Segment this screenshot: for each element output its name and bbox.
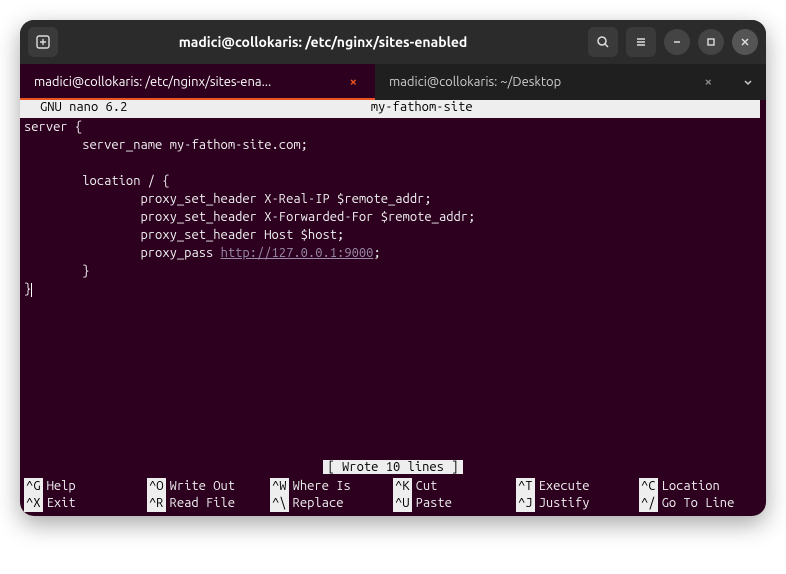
tabbar: madici@collokaris: /etc/nginx/sites-ena.… [20, 64, 766, 100]
search-button[interactable] [588, 27, 618, 57]
help-item: ^OWrite Out [147, 478, 270, 495]
help-item: ^GHelp [24, 478, 147, 495]
tab-label: madici@collokaris: ~/Desktop [389, 75, 691, 89]
tab-0[interactable]: madici@collokaris: /etc/nginx/sites-ena.… [20, 64, 375, 100]
help-item: ^UPaste [393, 495, 516, 512]
nano-version: GNU nano 6.2 [24, 100, 127, 118]
window-title: madici@collokaris: /etc/nginx/sites-enab… [66, 34, 580, 50]
nano-status-message: [ Wrote 10 lines ] [323, 460, 462, 474]
tab-label: madici@collokaris: /etc/nginx/sites-ena.… [34, 75, 336, 89]
help-item: ^CLocation [639, 478, 762, 495]
help-item: ^WWhere Is [270, 478, 393, 495]
tab-1[interactable]: madici@collokaris: ~/Desktop × [375, 64, 730, 100]
help-item: ^/Go To Line [639, 495, 762, 512]
close-button[interactable] [732, 29, 758, 55]
tab-dropdown-button[interactable] [730, 64, 766, 100]
help-item: ^KCut [393, 478, 516, 495]
help-item: ^XExit [24, 495, 147, 512]
minimize-button[interactable] [664, 29, 690, 55]
text-cursor [31, 283, 32, 297]
help-item: ^RRead File [147, 495, 270, 512]
url-link[interactable]: http://127.0.0.1:9000 [221, 246, 374, 260]
tab-close-icon[interactable]: × [346, 75, 361, 89]
titlebar: madici@collokaris: /etc/nginx/sites-enab… [20, 20, 766, 64]
menu-button[interactable] [626, 27, 656, 57]
nano-status-row: [ Wrote 10 lines ] [20, 460, 766, 478]
help-item: ^JJustify [516, 495, 639, 512]
nano-titlebar: GNU nano 6.2 my-fathom-site [20, 100, 760, 118]
help-item: ^TExecute [516, 478, 639, 495]
help-item: ^\Replace [270, 495, 393, 512]
nano-filename: my-fathom-site [127, 100, 716, 118]
nano-help-bar: ^GHelp ^OWrite Out ^WWhere Is ^KCut ^TEx… [20, 478, 766, 516]
new-tab-button[interactable] [28, 27, 58, 57]
tab-close-icon[interactable]: × [701, 75, 716, 89]
editor-content[interactable]: server { server_name my-fathom-site.com;… [20, 118, 766, 460]
terminal-window: madici@collokaris: /etc/nginx/sites-enab… [20, 20, 766, 516]
maximize-button[interactable] [698, 29, 724, 55]
